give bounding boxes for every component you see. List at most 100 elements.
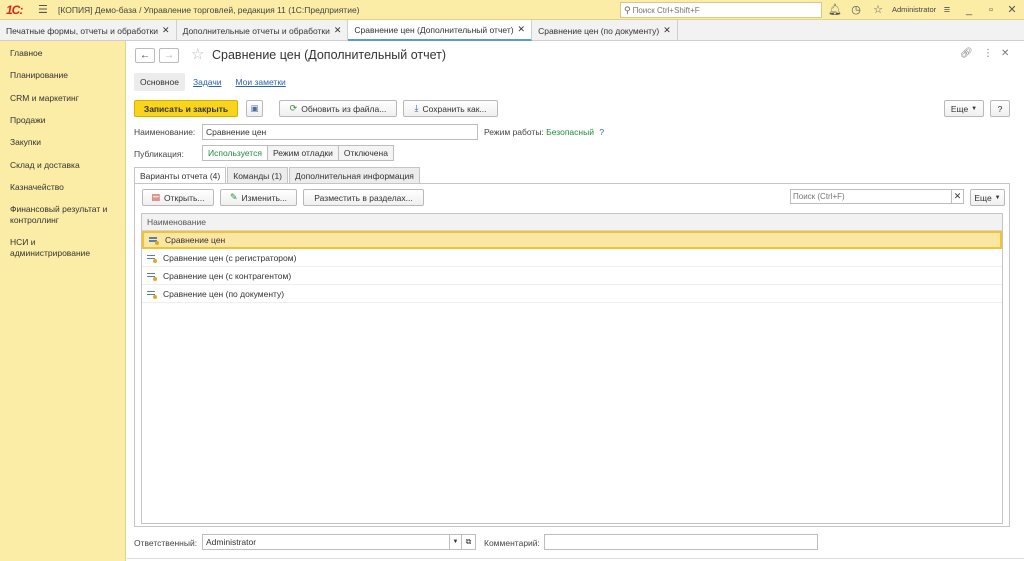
- name-label: Наименование:: [134, 127, 196, 137]
- tab-commands[interactable]: Команды (1): [227, 167, 289, 183]
- favorite-star-icon[interactable]: ☆: [191, 45, 204, 63]
- publication-option-debug[interactable]: Режим отладки: [266, 145, 339, 161]
- place-in-sections-button[interactable]: Разместить в разделах...: [303, 189, 424, 206]
- chevron-down-icon: ▼: [452, 539, 459, 545]
- download-icon: ⤓: [414, 103, 419, 113]
- tab-price-comparison-report[interactable]: Сравнение цен (Дополнительный отчет) ✕: [348, 20, 533, 41]
- user-name[interactable]: Administrator: [892, 5, 936, 14]
- subtab-tasks[interactable]: Задачи: [187, 73, 228, 91]
- form-subtabs: Основное Задачи Мои заметки: [134, 72, 294, 92]
- column-name-header[interactable]: Наименование: [147, 217, 206, 227]
- mode-label: Режим работы: Безопасный ?: [484, 127, 604, 137]
- star-icon[interactable]: ☆: [871, 3, 885, 17]
- app-logo[interactable]: 1С:: [6, 3, 32, 17]
- edit-button[interactable]: ✎ Изменить...: [220, 189, 297, 206]
- table-row[interactable]: Сравнение цен (с контрагентом): [142, 267, 1002, 285]
- table-row[interactable]: Сравнение цен: [142, 231, 1002, 249]
- sidebar-item-main[interactable]: Главное: [0, 48, 52, 59]
- comment-field[interactable]: [544, 534, 818, 550]
- save-as-label: Сохранить как...: [422, 103, 487, 114]
- row-name: Сравнение цен (с регистратором): [163, 252, 297, 263]
- clear-search-button[interactable]: ✕: [951, 189, 964, 204]
- open-windows-tabs: Печатные формы, отчеты и обработки ✕ Допо…: [0, 20, 1024, 41]
- publication-option-used[interactable]: Используется: [202, 145, 268, 161]
- minimize-icon[interactable]: _: [962, 3, 976, 17]
- variants-search[interactable]: [790, 189, 952, 204]
- edit-label: Изменить...: [241, 192, 287, 203]
- more-vertical-icon[interactable]: ⋮: [983, 48, 993, 59]
- tab-print-forms[interactable]: Печатные формы, отчеты и обработки ✕: [0, 20, 177, 41]
- back-button[interactable]: ←: [135, 48, 155, 63]
- sidebar-item-purchases[interactable]: Закупки: [0, 137, 51, 148]
- restore-icon[interactable]: ▫: [984, 3, 998, 17]
- table-row[interactable]: Сравнение цен (по документу): [142, 285, 1002, 303]
- help-button[interactable]: ?: [990, 100, 1010, 117]
- tab-report-variants[interactable]: Варианты отчета (4): [134, 167, 227, 183]
- forward-button[interactable]: →: [159, 48, 179, 63]
- tab-label: Печатные формы, отчеты и обработки: [6, 25, 159, 36]
- mode-help-link[interactable]: ?: [599, 127, 604, 137]
- row-name: Сравнение цен: [165, 235, 226, 245]
- sidebar-item-sales[interactable]: Продажи: [0, 115, 56, 126]
- variants-more-button[interactable]: Еще ▼: [970, 189, 1005, 206]
- publication-option-disabled[interactable]: Отключена: [337, 145, 394, 161]
- menu-icon[interactable]: ☰: [38, 3, 50, 16]
- tab-additional-reports[interactable]: Дополнительные отчеты и обработки ✕: [177, 20, 349, 41]
- mode-value-link[interactable]: Безопасный: [546, 127, 594, 137]
- tab-price-comparison-by-document[interactable]: Сравнение цен (по документу) ✕: [532, 20, 678, 41]
- tab-additional-info[interactable]: Дополнительная информация: [289, 167, 420, 183]
- close-form-icon[interactable]: ✕: [1001, 48, 1009, 59]
- sections-sidebar: Главное Планирование CRM и маркетинг Про…: [0, 41, 126, 561]
- name-field[interactable]: Сравнение цен: [202, 124, 478, 140]
- form-area: ← → ☆ Сравнение цен (Дополнительный отче…: [127, 41, 1024, 561]
- sidebar-item-planning[interactable]: Планирование: [0, 70, 78, 81]
- page-tabs: Варианты отчета (4) Команды (1) Дополнит…: [134, 167, 421, 183]
- save-button[interactable]: ▣: [246, 100, 263, 117]
- responsible-open-button[interactable]: ⧉: [461, 534, 476, 550]
- app-header: 1С: ☰ [КОПИЯ] Демо-база / Управление тор…: [0, 0, 1024, 20]
- more-label: Еще: [974, 192, 992, 203]
- publication-switch: Используется Режим отладки Отключена: [202, 145, 394, 161]
- update-from-file-label: Обновить из файла...: [301, 103, 387, 114]
- app-title: [КОПИЯ] Демо-база / Управление торговлей…: [58, 4, 360, 15]
- row-name: Сравнение цен (с контрагентом): [163, 270, 292, 281]
- pencil-icon: ✎: [230, 192, 238, 202]
- close-icon[interactable]: ✕: [334, 25, 342, 36]
- sidebar-item-crm[interactable]: CRM и маркетинг: [0, 93, 89, 104]
- global-search-input[interactable]: [632, 5, 813, 15]
- mode-label-text: Режим работы:: [484, 127, 544, 137]
- more-button[interactable]: Еще ▼: [944, 100, 984, 117]
- tab-label: Сравнение цен (по документу): [538, 25, 660, 36]
- report-variant-icon: [149, 236, 159, 245]
- open-doc-icon: ▤: [151, 192, 161, 202]
- close-icon[interactable]: ✕: [162, 25, 170, 36]
- settings-icon[interactable]: ≡: [940, 3, 954, 17]
- table-row[interactable]: Сравнение цен (с регистратором): [142, 249, 1002, 267]
- global-search[interactable]: ⚲: [620, 2, 822, 18]
- comment-label: Комментарий:: [484, 538, 540, 548]
- close-icon[interactable]: ✕: [663, 25, 671, 36]
- open-button[interactable]: ▤ Открыть...: [142, 189, 214, 206]
- save-and-close-button[interactable]: Записать и закрыть: [134, 100, 238, 117]
- sidebar-item-warehouse[interactable]: Склад и доставка: [0, 160, 90, 171]
- subtab-main[interactable]: Основное: [134, 73, 185, 91]
- bell-icon[interactable]: 🔔︎: [828, 3, 842, 17]
- close-icon[interactable]: ✕: [1005, 3, 1019, 17]
- subtab-notes[interactable]: Мои заметки: [230, 73, 292, 91]
- responsible-field[interactable]: Administrator: [202, 534, 450, 550]
- report-variant-icon: [147, 254, 157, 263]
- close-icon: ✕: [953, 191, 962, 201]
- update-from-file-button[interactable]: ⟳ Обновить из файла...: [279, 100, 397, 117]
- sidebar-item-financial-result[interactable]: Финансовый результат и контроллинг: [0, 204, 120, 226]
- sidebar-item-treasury[interactable]: Казначейство: [0, 182, 74, 193]
- row-name: Сравнение цен (по документу): [163, 288, 285, 299]
- divider: [127, 558, 1024, 559]
- variants-search-input[interactable]: [793, 192, 943, 201]
- history-icon[interactable]: ◷: [849, 3, 863, 17]
- sidebar-item-nsi-admin[interactable]: НСИ и администрирование: [0, 237, 110, 259]
- close-icon[interactable]: ✕: [518, 24, 526, 35]
- save-as-button[interactable]: ⤓ Сохранить как...: [403, 100, 498, 117]
- variants-panel: ▤ Открыть... ✎ Изменить... Разместить в ра…: [134, 183, 1010, 527]
- link-icon[interactable]: 🔗︎: [960, 48, 973, 59]
- search-icon: ⚲: [624, 4, 631, 15]
